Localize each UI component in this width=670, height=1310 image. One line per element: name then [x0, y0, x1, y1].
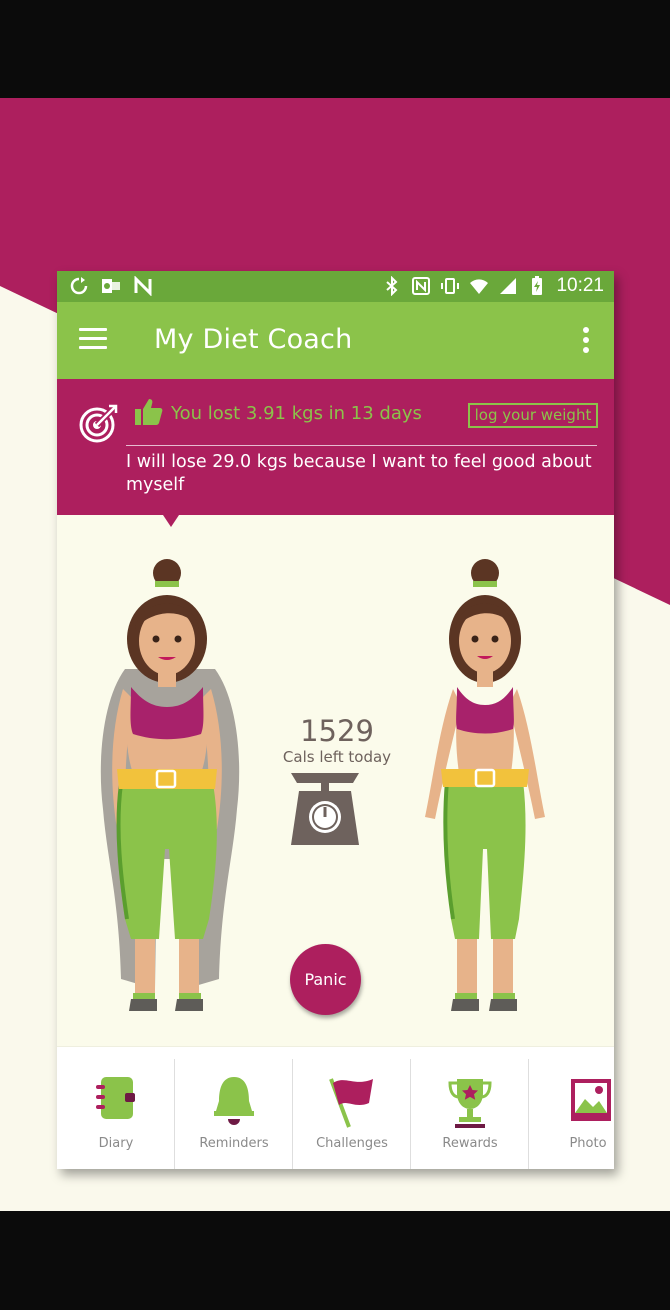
photo-icon: [571, 1079, 611, 1121]
wifi-icon: [470, 279, 489, 294]
nfc-icon: [412, 277, 431, 295]
nav-label-challenges: Challenges: [316, 1136, 388, 1151]
target-icon: [79, 404, 118, 443]
progress-banner: You lost 3.91 kgs in 13 days log your we…: [57, 379, 614, 515]
diary-icon: [96, 1077, 135, 1119]
calories-left-value: 1529: [300, 714, 374, 748]
bell-icon: [214, 1077, 254, 1125]
thumbs-up-icon: [135, 399, 163, 425]
status-time: 10:21: [556, 275, 604, 296]
outlook-icon: [102, 279, 120, 293]
nav-label-diary: Diary: [98, 1136, 134, 1151]
nav-rewards[interactable]: Rewards: [411, 1059, 529, 1169]
vibrate-icon: [441, 278, 460, 294]
nfc-n-icon: [134, 276, 152, 296]
nav-label-rewards: Rewards: [442, 1136, 498, 1151]
battery-icon: [532, 276, 543, 295]
bluetooth-icon: [386, 276, 398, 296]
signal-icon: [500, 278, 517, 294]
bottom-navigation: Diary Reminders Challenges Rewards Photo: [57, 1046, 614, 1169]
menu-icon[interactable]: [79, 328, 107, 350]
weight-lost-text: You lost 3.91 kgs in 13 days: [171, 403, 422, 424]
status-bar: 10:21: [57, 271, 614, 302]
banner-pointer: [163, 515, 179, 527]
nav-diary[interactable]: Diary: [57, 1059, 175, 1169]
app-bar: My Diet Coach: [57, 302, 614, 379]
nav-challenges[interactable]: Challenges: [293, 1059, 411, 1169]
banner-divider: [126, 445, 597, 446]
goal-body-figure[interactable]: [413, 559, 563, 1024]
log-weight-button[interactable]: log your weight: [468, 403, 598, 428]
panic-button[interactable]: Panic: [290, 944, 361, 1015]
nav-label-reminders: Reminders: [199, 1136, 269, 1151]
nav-reminders[interactable]: Reminders: [175, 1059, 293, 1169]
trophy-icon: [448, 1079, 492, 1128]
nav-label-photo: Photo: [569, 1136, 607, 1151]
calories-left-label: Cals left today: [282, 748, 392, 766]
flag-icon: [329, 1078, 373, 1128]
goal-text: I will lose 29.0 kgs because I want to f…: [126, 452, 592, 495]
sync-icon: [70, 277, 88, 295]
calories-summary[interactable]: 1529 Cals left today: [262, 715, 412, 766]
app-title: My Diet Coach: [154, 324, 353, 355]
phone-screen: 10:21 My Diet Coach You lost 3.91 kgs in…: [57, 271, 614, 1169]
nav-photo[interactable]: Photo: [529, 1059, 614, 1169]
scale-icon[interactable]: [287, 765, 363, 847]
more-options-icon[interactable]: [582, 327, 590, 355]
current-body-figure[interactable]: [95, 559, 245, 1024]
